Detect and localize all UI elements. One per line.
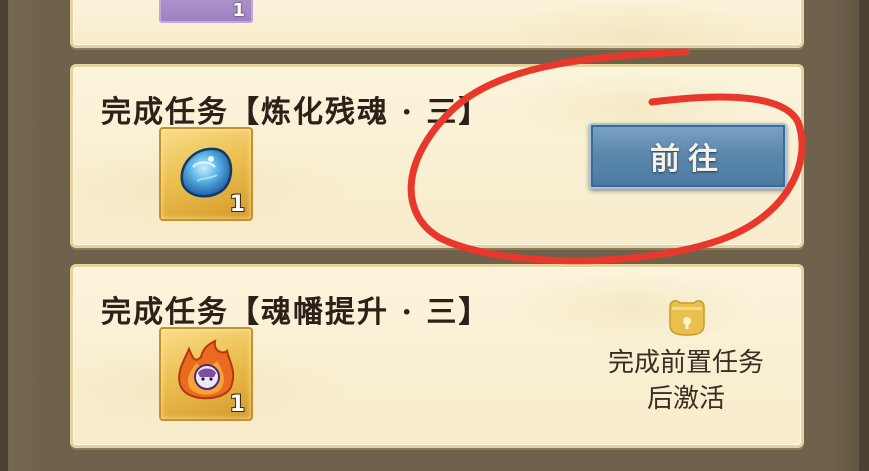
task-card-refine-soul: 完成任务【炼化残魂 · 三】 1 前往 [70,64,804,248]
task-card-soul-banner: 完成任务【魂幡提升 · 三】 1 完成前置任务 后激活 [70,264,804,448]
locked-hint-line2: 后激活 [646,384,725,414]
locked-hint-line1: 完成前置任务 [607,348,764,378]
reward-quantity: 1 [232,0,245,21]
task-title: 完成任务【魂幡提升 · 三】 [101,295,491,330]
task-title: 完成任务【炼化残魂 · 三】 [101,95,491,130]
reward-quantity: 1 [229,392,245,417]
locked-status: 完成前置任务 后激活 [589,297,783,427]
reward-slot[interactable]: 1 [159,127,253,221]
reward-quantity: 1 [229,192,245,217]
panel-right-edge [859,0,869,471]
gold-lock-icon [669,300,705,336]
task-card-partial: 1 [70,0,804,48]
locked-hint: 完成前置任务 后激活 [589,345,783,417]
reward-slot[interactable]: 1 [159,327,253,421]
go-button[interactable]: 前往 [589,123,787,189]
panel-left-edge [0,0,8,471]
reward-slot-partial[interactable]: 1 [159,0,253,23]
